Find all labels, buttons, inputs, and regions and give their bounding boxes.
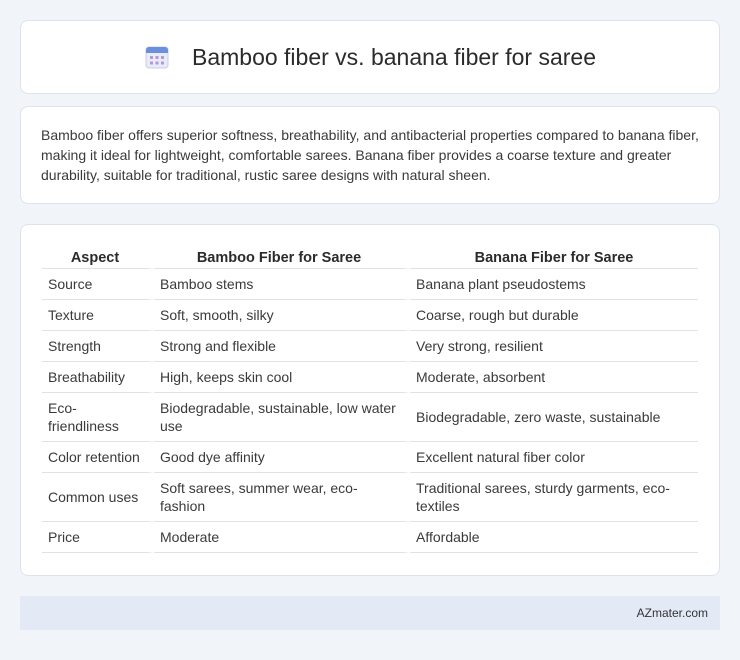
summary-text: Bamboo fiber offers superior softness, b… <box>41 127 699 183</box>
cell-bamboo: Soft, smooth, silky <box>154 300 410 331</box>
cell-bamboo: Strong and flexible <box>154 331 410 362</box>
cell-aspect: Eco-friendliness <box>42 393 154 442</box>
table-header-row: Aspect Bamboo Fiber for Saree Banana Fib… <box>42 245 698 269</box>
table-row: Color retention Good dye affinity Excell… <box>42 442 698 473</box>
column-header-bamboo: Bamboo Fiber for Saree <box>154 245 410 269</box>
cell-banana: Biodegradable, zero waste, sustainable <box>410 393 698 442</box>
cell-banana: Moderate, absorbent <box>410 362 698 393</box>
cell-aspect: Common uses <box>42 473 154 522</box>
footer-brand: AZmater.com <box>636 606 708 620</box>
cell-bamboo: Soft sarees, summer wear, eco-fashion <box>154 473 410 522</box>
cell-banana: Traditional sarees, sturdy garments, eco… <box>410 473 698 522</box>
cell-aspect: Strength <box>42 331 154 362</box>
footer: AZmater.com <box>20 596 720 630</box>
table-row: Common uses Soft sarees, summer wear, ec… <box>42 473 698 522</box>
table-row: Eco-friendliness Biodegradable, sustaina… <box>42 393 698 442</box>
cell-aspect: Color retention <box>42 442 154 473</box>
table-row: Price Moderate Affordable <box>42 522 698 553</box>
title-wrap: Bamboo fiber vs. banana fiber for saree <box>144 44 596 71</box>
cell-aspect: Price <box>42 522 154 553</box>
comparison-table: Aspect Bamboo Fiber for Saree Banana Fib… <box>42 245 698 553</box>
cell-banana: Affordable <box>410 522 698 553</box>
cell-banana: Very strong, resilient <box>410 331 698 362</box>
comparison-table-card: Aspect Bamboo Fiber for Saree Banana Fib… <box>20 224 720 576</box>
cell-bamboo: Good dye affinity <box>154 442 410 473</box>
summary-card: Bamboo fiber offers superior softness, b… <box>20 106 720 204</box>
cell-aspect: Breathability <box>42 362 154 393</box>
cell-bamboo: Bamboo stems <box>154 269 410 300</box>
cell-bamboo: Biodegradable, sustainable, low water us… <box>154 393 410 442</box>
title-card: Bamboo fiber vs. banana fiber for saree <box>20 20 720 94</box>
table-row: Source Bamboo stems Banana plant pseudos… <box>42 269 698 300</box>
cell-bamboo: Moderate <box>154 522 410 553</box>
cell-aspect: Source <box>42 269 154 300</box>
table-row: Breathability High, keeps skin cool Mode… <box>42 362 698 393</box>
table-row: Texture Soft, smooth, silky Coarse, roug… <box>42 300 698 331</box>
column-header-banana: Banana Fiber for Saree <box>410 245 698 269</box>
cell-aspect: Texture <box>42 300 154 331</box>
cell-banana: Banana plant pseudostems <box>410 269 698 300</box>
cell-banana: Excellent natural fiber color <box>410 442 698 473</box>
cell-bamboo: High, keeps skin cool <box>154 362 410 393</box>
table-row: Strength Strong and flexible Very strong… <box>42 331 698 362</box>
cell-banana: Coarse, rough but durable <box>410 300 698 331</box>
page-title: Bamboo fiber vs. banana fiber for saree <box>191 43 596 70</box>
calendar-icon <box>145 46 169 69</box>
column-header-aspect: Aspect <box>42 245 154 269</box>
